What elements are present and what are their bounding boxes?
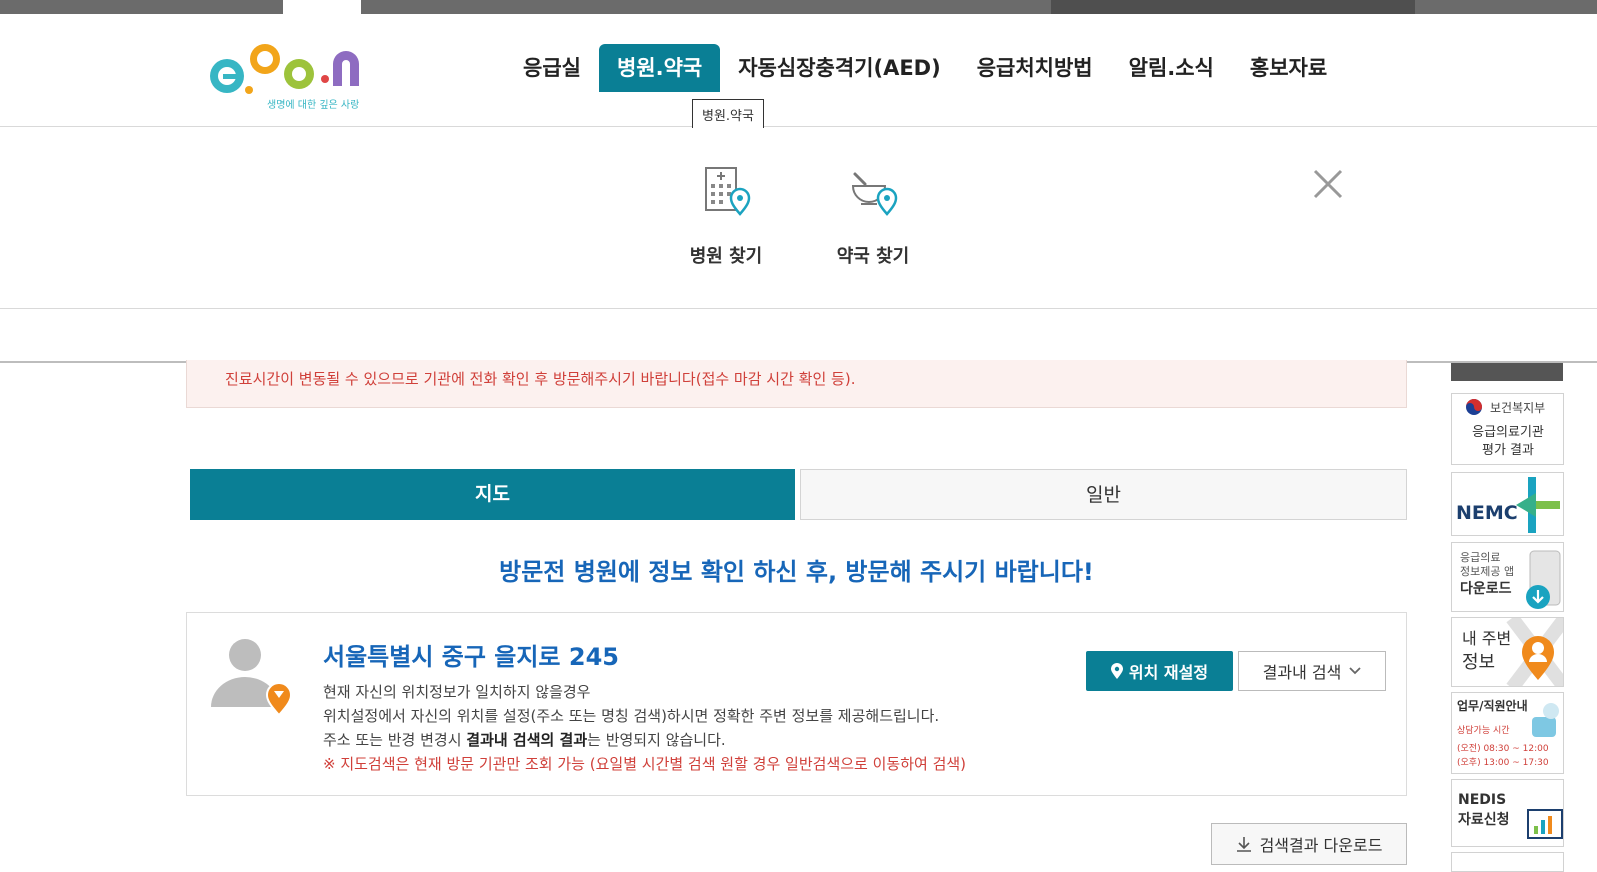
- nedis-line2: 자료신청: [1458, 812, 1510, 828]
- banner-work-guide[interactable]: 업무/직원안내 상담가능 시간 (오전) 08:30 ~ 12:00 (오후) …: [1451, 692, 1564, 774]
- strip-gap: [283, 0, 361, 14]
- nedis-line1: NEDIS: [1458, 792, 1506, 808]
- nav-item-first-aid[interactable]: 응급처치방법: [959, 44, 1111, 92]
- headline-message: 방문전 병원에 정보 확인 하신 후, 방문해 주시기 바랍니다!: [499, 558, 1094, 586]
- egen-logo[interactable]: 생명에 대한 깊은 사랑: [205, 34, 375, 114]
- tab-map[interactable]: 지도: [190, 469, 795, 520]
- logo-tagline: 생명에 대한 깊은 사랑: [267, 99, 359, 111]
- submenu-band: [0, 309, 1597, 363]
- find-hospital-label: 병원 찾기: [689, 246, 763, 267]
- nav-tooltip: 병원.약국: [692, 99, 764, 130]
- submenu-panel: 병원 찾기 약국 찾기: [0, 128, 1597, 309]
- find-pharmacy-link[interactable]: 약국 찾기: [813, 162, 933, 268]
- search-in-results-button[interactable]: 결과내 검색: [1238, 651, 1386, 691]
- work-hours-label: 상담가능 시간: [1457, 724, 1510, 736]
- nav-item-promotion[interactable]: 홍보자료: [1232, 44, 1345, 92]
- nav-item-news[interactable]: 알림.소식: [1111, 44, 1232, 92]
- nemc-logo: NEMC: [1456, 477, 1560, 533]
- find-pharmacy-label: 약국 찾기: [836, 246, 910, 267]
- banner-partial[interactable]: [1451, 852, 1564, 872]
- tab-general[interactable]: 일반: [800, 469, 1407, 520]
- mohw-org: 보건복지부: [1490, 401, 1545, 415]
- download-results-label: 검색결과 다운로드: [1259, 836, 1383, 855]
- work-hours-am: (오전) 08:30 ~ 12:00: [1457, 743, 1549, 754]
- location-pin-icon: [1110, 663, 1123, 679]
- pharmacy-location-icon: [851, 172, 898, 216]
- work-guide-graphic: 업무/직원안내 상담가능 시간 (오전) 08:30 ~ 12:00 (오후) …: [1457, 698, 1559, 768]
- chevron-down-icon: [1349, 667, 1361, 675]
- hospital-location-icon: [705, 167, 751, 216]
- nearby-line2: 정보: [1462, 652, 1495, 673]
- strip-segment: [1415, 0, 1445, 14]
- mohw-line1: 응급의료기관: [1472, 425, 1544, 440]
- reset-location-label: 위치 재설정: [1128, 663, 1209, 682]
- download-icon: [1236, 837, 1251, 852]
- app-line2: 정보제공 앱: [1460, 565, 1514, 578]
- site-header: 생명에 대한 깊은 사랑 응급실 병원.약국 자동심장충격기(AED) 응급처치…: [0, 14, 1597, 130]
- nearby-line1: 내 주변: [1462, 629, 1511, 648]
- location-desc-1: 현재 자신의 위치정보가 일치하지 않을경우: [323, 683, 591, 701]
- nav-item-hospital-pharmacy[interactable]: 병원.약국: [598, 44, 721, 92]
- location-desc-3: 주소 또는 반경 변경시 결과내 검색의 결과는 반영되지 않습니다.: [323, 729, 726, 750]
- notice-text: 진료시간이 변동될 수 있으므로 기관에 전화 확인 후 방문해주시기 바랍니다…: [225, 370, 856, 388]
- mohw-banner-graphic: 보건복지부 응급의료기관 평가 결과: [1466, 399, 1545, 458]
- app-download-graphic: 응급의료 정보제공 앱 다운로드: [1460, 550, 1561, 609]
- close-icon[interactable]: [1310, 166, 1346, 202]
- location-desc-3-bold: 결과내 검색의 결과: [466, 731, 588, 749]
- browser-top-strip: [0, 0, 1597, 14]
- nedis-graphic: NEDIS 자료신청: [1458, 792, 1563, 839]
- banner-mohw-evaluation[interactable]: 보건복지부 응급의료기관 평가 결과: [1451, 393, 1564, 465]
- download-results-button[interactable]: 검색결과 다운로드: [1211, 823, 1407, 865]
- nav-item-aed[interactable]: 자동심장충격기(AED): [720, 44, 958, 92]
- location-box: 서울특별시 중구 을지로 245 현재 자신의 위치정보가 일치하지 않을경우 …: [186, 612, 1407, 796]
- nemc-text: NEMC: [1456, 502, 1518, 524]
- banner-nedis[interactable]: NEDIS 자료신청: [1451, 779, 1564, 847]
- banner-nemc[interactable]: NEMC: [1451, 472, 1564, 536]
- notice-box: 진료시간이 변동될 수 있으므로 기관에 전화 확인 후 방문해주시기 바랍니다…: [186, 360, 1407, 408]
- app-line3: 다운로드: [1460, 581, 1512, 597]
- side-banner-top: [1451, 363, 1563, 381]
- current-address: 서울특별시 중구 을지로 245: [323, 643, 619, 671]
- banner-app-download[interactable]: 응급의료 정보제공 앱 다운로드: [1451, 542, 1564, 612]
- map-search-warning: ※ 지도검색은 현재 방문 기관만 조회 가능 (요일별 시간별 검색 원할 경…: [323, 755, 967, 773]
- strip-dark-segment: [1051, 0, 1415, 14]
- reset-location-button[interactable]: 위치 재설정: [1086, 651, 1233, 691]
- main-nav: 응급실 병원.약국 자동심장충격기(AED) 응급처치방법 알림.소식 홍보자료: [505, 44, 1345, 92]
- work-title: 업무/직원안내: [1457, 698, 1528, 713]
- search-in-results-label: 결과내 검색: [1262, 663, 1342, 682]
- banner-nearby-info[interactable]: 내 주변 정보: [1451, 617, 1564, 687]
- work-hours-pm: (오후) 13:00 ~ 17:30: [1457, 757, 1549, 768]
- location-desc-2: 위치설정에서 자신의 위치를 설정(주소 또는 명칭 검색)하시면 정확한 주변…: [323, 707, 940, 725]
- user-location-icon: [211, 639, 293, 717]
- nav-item-emergency-room[interactable]: 응급실: [505, 44, 599, 92]
- find-hospital-link[interactable]: 병원 찾기: [666, 162, 786, 268]
- location-desc-3-pre: 주소 또는 반경 변경시: [323, 731, 467, 749]
- app-line1: 응급의료: [1460, 551, 1500, 564]
- mohw-line2: 평가 결과: [1482, 443, 1534, 458]
- nearby-info-graphic: 내 주변 정보: [1462, 618, 1563, 686]
- location-desc-3-post: 는 반영되지 않습니다.: [587, 731, 726, 749]
